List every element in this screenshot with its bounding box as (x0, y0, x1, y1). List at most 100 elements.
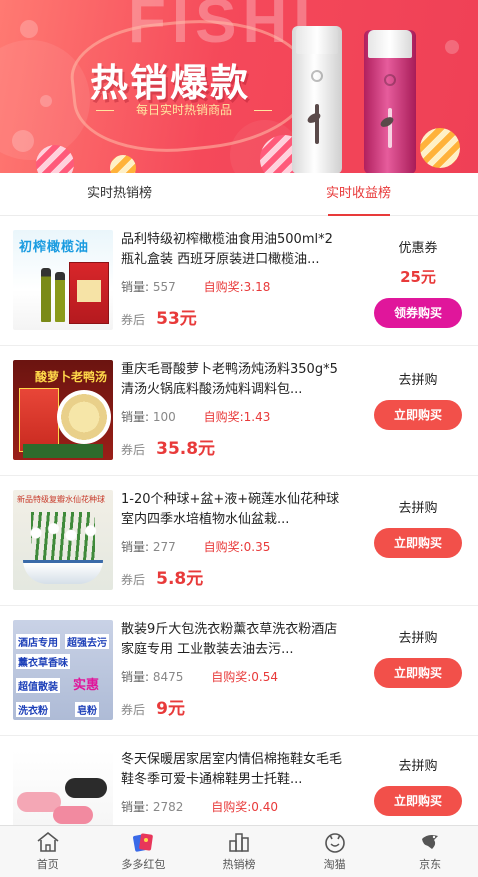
bottom-nav: 首页 多多红包 热销榜 淘猫 京东 (0, 825, 478, 877)
award-label: 自购奖: (203, 410, 244, 424)
olive-oil-bottle (41, 268, 51, 322)
purchase-type-label: 去拼购 (398, 759, 438, 774)
nav-label: 淘猫 (323, 858, 346, 871)
product-item[interactable]: 初榨橄榄油 品利特级初榨橄榄油食用油500ml*2瓶礼盒装 西班牙原装进口橄榄油… (0, 216, 478, 346)
buy-now-button[interactable]: 立即购买 (374, 528, 462, 558)
tab-hot-sales[interactable]: 实时热销榜 (0, 173, 239, 215)
product-bottle-pink (364, 30, 416, 173)
product-title[interactable]: 品利特级初榨橄榄油食用油500ml*2瓶礼盒装 西班牙原装进口橄榄油... (121, 230, 345, 270)
purchase-type: 去拼购 (374, 500, 462, 518)
product-item[interactable]: 冬天保暖居家居室内情侣棉拖鞋女毛毛鞋冬季可爱卡通棉鞋男士托鞋... 销量: 27… (0, 736, 478, 825)
nav-label: 多多红包 (121, 858, 166, 871)
product-item[interactable]: 酒店专用 超强去污 薰衣草香味 超值散装 实惠 洗衣粉 皂粉 散装9斤大包洗衣粉… (0, 606, 478, 736)
banner-subline: 每日实时热销商品 (96, 100, 272, 120)
purchase-type-label: 去拼购 (398, 631, 438, 646)
purchase-type: 优惠券 25元 (374, 240, 462, 287)
buy-now-button[interactable]: 立即购买 (374, 658, 462, 688)
nav-tmall[interactable]: 淘猫 (287, 826, 383, 877)
price-line: 券后 53元 (121, 304, 197, 329)
sales-value: 557 (152, 280, 176, 294)
thumbnail-title-text: 酸萝卜老鸭汤 (35, 370, 108, 384)
purchase-type-label: 去拼购 (398, 373, 438, 388)
price-line: 券后 9元 (121, 694, 185, 719)
thumb-tag: 酒店专用 (16, 634, 60, 649)
slipper-black (65, 778, 107, 798)
sales-label: 销量: (121, 670, 150, 684)
nav-label: 热销榜 (222, 858, 256, 871)
product-price: 53元 (156, 309, 197, 329)
hot-sale-banner[interactable]: FISHI 热销爆款 每日实时热销商品 (0, 0, 478, 173)
purchase-type: 去拼购 (374, 630, 462, 648)
after-coupon-label: 券后 (121, 573, 146, 587)
award-value: 3.18 (243, 280, 271, 294)
red-envelope-icon (133, 833, 154, 852)
sales-label: 销量: (121, 410, 150, 424)
coupon-amount: 25元 (400, 268, 436, 286)
product-title[interactable]: 冬天保暖居家居室内情侣棉拖鞋女毛毛鞋冬季可爱卡通棉鞋男士托鞋... (121, 750, 345, 790)
nav-label: 首页 (36, 858, 59, 871)
banner-striped-ball (110, 155, 136, 173)
nav-jd[interactable]: 京东 (382, 826, 478, 877)
product-item[interactable]: 酸萝卜老鸭汤 重庆毛哥酸萝卜老鸭汤炖汤料350g*5清汤火锅底料酸汤炖料调料包.… (0, 346, 478, 476)
slipper-pink (53, 806, 93, 824)
award-label: 自购奖: (203, 540, 244, 554)
tmall-icon (324, 833, 345, 853)
purchase-type: 去拼购 (374, 372, 462, 390)
thumb-tag: 薰衣草香味 (16, 654, 70, 669)
soup-package (19, 388, 59, 452)
nav-red-envelope[interactable]: 多多红包 (96, 826, 192, 877)
award-value: 0.35 (243, 540, 271, 554)
award-value: 0.40 (251, 800, 279, 814)
after-coupon-label: 券后 (121, 313, 146, 327)
product-title[interactable]: 1-20个种球+盆+液+碗莲水仙花种球室内四季水培植物水仙盆栽... (121, 490, 345, 530)
award-group: 自购奖:3.18 (204, 280, 271, 294)
award-value: 0.54 (251, 670, 279, 684)
thumb-tag: 超值散装 (16, 678, 60, 693)
product-title[interactable]: 散装9斤大包洗衣粉薰衣草洗衣粉酒店家庭专用 工业散装去油去污... (121, 620, 345, 660)
sales-value: 2782 (152, 800, 184, 814)
product-list[interactable]: 初榨橄榄油 品利特级初榨橄榄油食用油500ml*2瓶礼盒装 西班牙原装进口橄榄油… (0, 216, 478, 825)
product-title[interactable]: 重庆毛哥酸萝卜老鸭汤炖汤料350g*5清汤火锅底料酸汤炖料调料包... (121, 360, 345, 400)
buy-now-button[interactable]: 立即购买 (374, 400, 462, 430)
jd-icon (422, 835, 439, 849)
sales-value: 277 (152, 540, 176, 554)
thumb-tag: 洗衣粉 (16, 702, 50, 717)
after-coupon-label: 券后 (121, 703, 146, 717)
banner-decor-dot (20, 20, 38, 38)
sales-label: 销量: (121, 540, 150, 554)
award-group: 自购奖:0.35 (204, 540, 271, 554)
thumbnail-title-text: 新品特级复瓣水仙花种球 (17, 495, 105, 504)
product-thumbnail[interactable]: 初榨橄榄油 (13, 230, 113, 330)
banner-striped-ball (36, 145, 74, 173)
soup-package (23, 444, 103, 458)
award-label: 自购奖: (211, 670, 252, 684)
product-price: 5.8元 (156, 569, 204, 589)
ranking-icon (229, 833, 249, 852)
product-thumbnail[interactable] (13, 750, 113, 825)
flower-bowl (23, 560, 103, 584)
award-label: 自购奖: (211, 800, 252, 814)
home-icon (37, 831, 59, 852)
sales-label: 销量: (121, 280, 150, 294)
tab-earnings[interactable]: 实时收益榜 (239, 173, 478, 216)
nav-label: 京东 (419, 858, 442, 871)
buy-now-button[interactable]: 立即购买 (374, 786, 462, 816)
product-thumbnail[interactable]: 酸萝卜老鸭汤 (13, 360, 113, 460)
product-thumbnail[interactable]: 新品特级复瓣水仙花种球 (13, 490, 113, 590)
ranking-tabs: 实时热销榜 实时收益榜 (0, 173, 478, 216)
thumb-tag: 实惠 (73, 678, 100, 693)
product-item[interactable]: 新品特级复瓣水仙花种球 1-20个种球+盆+液+碗莲水仙花种球室内四季水培植物水… (0, 476, 478, 606)
purchase-type-label: 优惠券 (398, 241, 438, 256)
banner-striped-ball (420, 128, 460, 168)
sales-value: 100 (152, 410, 176, 424)
award-group: 自购奖:0.54 (211, 670, 278, 684)
get-coupon-button[interactable]: 领券购买 (374, 298, 462, 328)
gift-box-label (77, 280, 101, 302)
thumbnail-title-text: 初榨橄榄油 (19, 240, 90, 255)
award-label: 自购奖: (203, 280, 244, 294)
nav-ranking[interactable]: 热销榜 (191, 826, 287, 877)
soup-bowl (57, 390, 111, 444)
nav-home[interactable]: 首页 (0, 826, 96, 877)
product-thumbnail[interactable]: 酒店专用 超强去污 薰衣草香味 超值散装 实惠 洗衣粉 皂粉 (13, 620, 113, 720)
price-line: 券后 5.8元 (121, 564, 203, 589)
